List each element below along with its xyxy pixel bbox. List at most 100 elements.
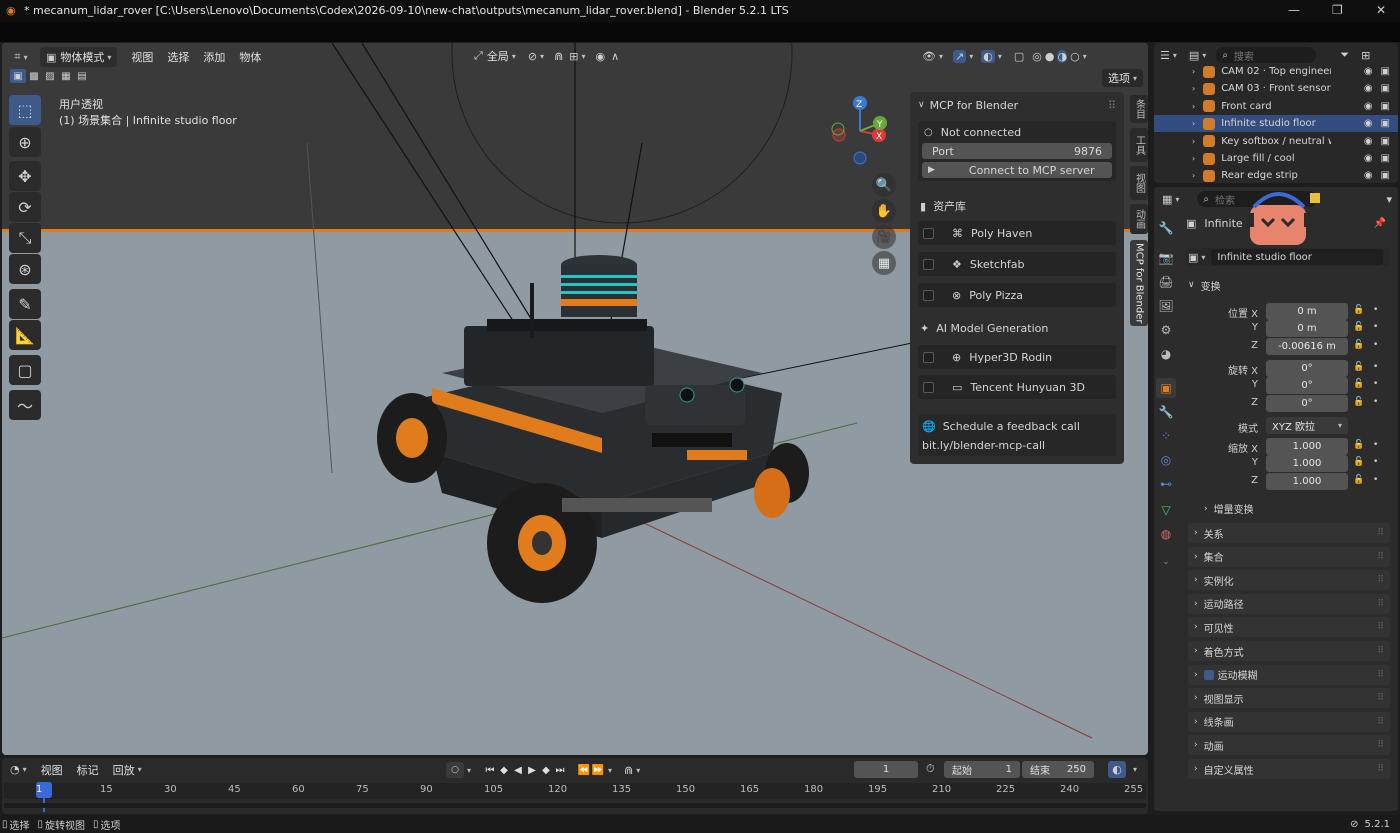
mcp-panel-header[interactable]: ∨ MCP for Blender ⠿ [918,96,1116,114]
drag-handle-icon[interactable]: ⠿ [1108,99,1116,112]
keying-icon[interactable]: ⋒ ▾ [624,764,640,777]
property-section[interactable]: › 运动路径 ⠿ [1188,593,1390,614]
lock-icon[interactable]: 🔓 [1353,362,1364,372]
navigation-gizmo[interactable]: Z X Y [824,93,894,165]
keyframe-dot-icon[interactable]: • [1373,440,1378,450]
minimize-icon[interactable]: — [1288,3,1300,17]
select-invert-icon[interactable]: ▦ [58,69,74,83]
move-tool-icon[interactable]: ✥ [9,161,41,191]
camera-view-icon[interactable]: 🎥 [872,225,896,249]
menu-object[interactable]: 物体 [239,49,261,65]
eye-icon[interactable]: ◉ [1364,170,1373,181]
pan-hand-icon[interactable]: ✋ [872,199,896,223]
modifier-tab-icon[interactable]: 🔧 [1156,402,1176,422]
drag-handle-icon[interactable]: ⠿ [1377,575,1384,585]
jump-start-icon[interactable]: ⏮ [483,763,497,777]
properties-editor-icon[interactable]: ▦ ▾ [1162,193,1179,206]
rendered-shading-icon[interactable]: ○ [1070,50,1080,63]
poly-haven-checkbox[interactable] [923,227,934,239]
transform-value-field[interactable]: 1.000 [1266,438,1348,455]
property-section[interactable]: › 集合 ⠿ [1188,546,1390,567]
camera-render-icon[interactable]: ▣ [1381,153,1390,164]
object-tab-icon[interactable]: ▣ [1156,378,1176,398]
side-tab-mcp[interactable]: MCP for Blender [1130,240,1148,326]
drag-handle-icon[interactable]: ⠿ [1377,599,1384,609]
side-tab-item[interactable]: 条目 [1130,95,1148,123]
property-section[interactable]: › 动画 ⠿ [1188,735,1390,756]
outliner-row[interactable]: › Large fill / cool ◉ ▣ [1154,150,1398,167]
drag-handle-icon[interactable]: ⠿ [1377,622,1384,632]
timeline-menu-view[interactable]: 视图 [41,762,63,778]
start-frame-field[interactable]: 起始 1 [944,761,1020,778]
snap-icon[interactable]: ⋒ [554,50,563,63]
rotate-tool-icon[interactable]: ⟳ [9,192,41,222]
menu-add[interactable]: 添加 [203,49,225,65]
eye-icon[interactable]: ◉ [1364,66,1373,77]
property-section[interactable]: › 关系 ⠿ [1188,523,1390,543]
select-extend-icon[interactable]: ▩ [26,69,42,83]
drag-handle-icon[interactable]: ⠿ [1377,717,1384,727]
outliner-row[interactable]: › Rear edge strip ◉ ▣ [1154,167,1398,184]
next-marker-icon[interactable]: ⏩ [591,763,605,777]
annotate-tool-icon[interactable]: ✎ [9,289,41,319]
select-subtract-icon[interactable]: ▨ [42,69,58,83]
transform-value-field[interactable]: -0.00616 m [1266,337,1348,355]
lock-icon[interactable]: 🔓 [1353,440,1364,450]
end-frame-field[interactable]: 结束 250 [1022,761,1094,778]
timeline-editor-icon[interactable]: ◔ ▾ [10,763,27,776]
timeline-view-icon[interactable]: ◐ [1108,761,1126,778]
object-browse-icon[interactable]: ▣ ▾ [1188,251,1205,264]
perspective-toggle-icon[interactable]: ▦ [872,251,896,275]
jump-end-icon[interactable]: ⏭ [553,763,567,777]
expand-arrow-icon[interactable]: › [1192,84,1195,93]
drag-handle-icon[interactable]: ⠿ [1377,740,1384,750]
output-tab-icon[interactable]: 🖨 [1156,272,1176,292]
keyframe-dot-icon[interactable]: • [1373,379,1378,389]
lock-icon[interactable]: 🔓 [1353,305,1364,315]
rotation-mode-select[interactable]: XYZ 欧拉 ▾ [1266,417,1348,434]
camera-render-icon[interactable]: ▣ [1381,170,1390,181]
play-icon[interactable]: ▶ [525,763,539,777]
display-mode-icon[interactable]: ▤ ▾ [1189,49,1206,62]
keyframe-dot-icon[interactable]: • [1373,475,1378,485]
expand-arrow-icon[interactable]: › [1192,67,1195,76]
menu-view[interactable]: 视图 [131,49,153,65]
poly-pizza-checkbox[interactable] [923,289,934,301]
transform-section-header[interactable]: ∨ 变换 [1188,277,1390,293]
keyframe-dot-icon[interactable]: • [1373,340,1378,350]
material-tab-icon[interactable]: ◍ [1156,524,1176,544]
motion-blur-checkbox[interactable] [1203,669,1214,680]
new-collection-icon[interactable]: ⊞ [1361,49,1370,62]
side-tab-view[interactable]: 视图 [1130,166,1148,200]
feedback-link[interactable]: bit.ly/blender-mcp-call [922,439,1045,452]
xray-icon[interactable]: ▢ [1014,50,1024,63]
drag-handle-icon[interactable]: ⠿ [1377,552,1384,562]
property-section[interactable]: › 可见性 ⠿ [1188,617,1390,638]
drag-handle-icon[interactable]: ⠿ [1377,693,1384,703]
wireframe-shading-icon[interactable]: ◎ [1032,50,1042,63]
keyframe-dot-icon[interactable]: • [1373,397,1378,407]
material-shading-icon[interactable]: ◑ [1057,49,1068,63]
scene-tab-icon[interactable]: ⚙ [1156,320,1176,340]
drag-handle-icon[interactable]: ⠿ [1377,646,1384,656]
measure-tool-icon[interactable]: 📐 [9,320,41,350]
transform-value-field[interactable]: 0 m [1266,303,1348,320]
falloff-icon[interactable]: ∧ [611,50,619,63]
transform-tool-icon[interactable]: ⊛ [9,254,41,284]
port-field[interactable]: Port 9876 [922,143,1112,159]
lock-icon[interactable]: 🔓 [1353,457,1364,467]
prev-keyframe-icon[interactable]: ◆ [497,763,511,777]
drag-handle-icon[interactable]: ⠿ [1377,670,1384,680]
camera-render-icon[interactable]: ▣ [1381,136,1390,147]
property-section[interactable]: › 实例化 ⠿ [1188,570,1390,591]
tool-tab-icon[interactable]: 🔧 [1156,218,1176,238]
timeline-scrollbar[interactable] [4,803,1146,808]
auto-key-icon[interactable]: ○ [446,762,464,778]
solid-shading-icon[interactable]: ● [1045,50,1055,63]
editor-type-icon[interactable]: ⌗ ▾ [8,50,34,64]
pivot-icon[interactable]: ⊘ ▾ [528,50,544,63]
lock-icon[interactable]: 🔓 [1353,475,1364,485]
constraints-tab-icon[interactable]: ⊷ [1156,474,1176,494]
transform-value-field[interactable]: 1.000 [1266,472,1348,490]
eye-icon[interactable]: ◉ [1364,136,1373,147]
